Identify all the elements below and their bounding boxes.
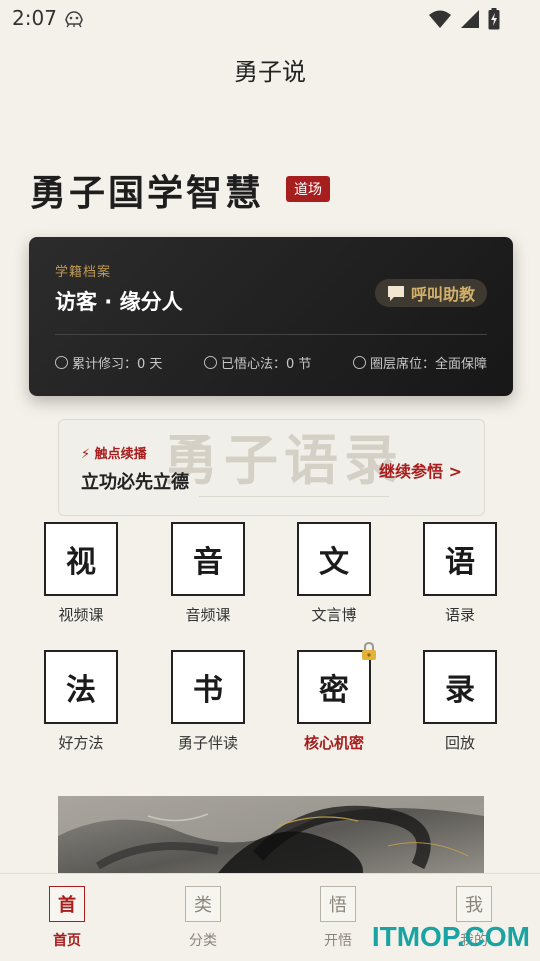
grid-icon: 录 xyxy=(423,650,497,724)
grid-item-secrets[interactable]: 密 核心机密 xyxy=(284,642,384,753)
continue-button[interactable]: 继续参悟 > xyxy=(379,458,462,482)
card-divider xyxy=(55,334,487,335)
grid-label: 勇子伴读 xyxy=(177,734,238,752)
grid-label: 语录 xyxy=(444,606,475,624)
grid-label: 回放 xyxy=(444,734,475,752)
page-title: 勇子说 xyxy=(234,58,306,86)
grid-label: 文言博 xyxy=(311,606,357,624)
grid-label: 视频课 xyxy=(58,606,104,624)
tab-label: 开悟 xyxy=(324,933,352,949)
grid-item-quotes[interactable]: 语 语录 xyxy=(410,522,510,625)
grid-label: 音频课 xyxy=(185,606,231,624)
circle-icon xyxy=(203,356,217,369)
home-icon: 首 xyxy=(49,886,85,922)
grid-label: 好方法 xyxy=(58,734,104,752)
stat-seat: 圈层席位：全面保障 xyxy=(352,353,487,372)
profile-card[interactable]: 学籍档案 访客 · 缘分人 呼叫助教 累计修习：0 天 已悟心法：0 节 圈层席… xyxy=(29,237,513,396)
grid-item-methods[interactable]: 法 好方法 xyxy=(31,650,131,753)
status-icons xyxy=(428,8,500,30)
grid-item-replay[interactable]: 录 回放 xyxy=(410,650,510,753)
grid-icon: 视 xyxy=(44,522,118,596)
grid-icon: 法 xyxy=(44,650,118,724)
call-assistant-button[interactable]: 呼叫助教 xyxy=(374,279,487,307)
continue-watermark: 勇子语录 xyxy=(164,428,404,492)
signal-icon xyxy=(461,10,479,28)
tab-enlighten[interactable]: 悟 开悟 xyxy=(298,886,378,950)
grid-icon: 语 xyxy=(423,522,497,596)
continue-card[interactable]: 勇子语录 ⚡ 触点续播 立功必先立德 继续参悟 > xyxy=(58,419,485,516)
battery-icon xyxy=(488,8,500,30)
lock-icon xyxy=(362,642,376,660)
hero-title: 勇子国学智慧 xyxy=(30,173,265,214)
circle-icon xyxy=(352,356,366,369)
grid-icon: 密 xyxy=(297,642,376,724)
grid-item-audio[interactable]: 音 音频课 xyxy=(158,522,258,625)
profile-stats: 累计修习：0 天 已悟心法：0 节 圈层席位：全面保障 xyxy=(55,353,487,372)
watermark-line xyxy=(199,496,389,497)
profile-icon: 我 xyxy=(456,886,492,922)
status-time: 2:07 xyxy=(12,6,57,30)
site-watermark: ITMOP.COM xyxy=(371,921,530,952)
stat-label: 累计修习：0 天 xyxy=(72,357,163,372)
profile-name: 访客 · 缘分人 xyxy=(55,290,183,314)
grid-char: 密 xyxy=(319,673,349,708)
profile-label: 学籍档案 xyxy=(55,265,112,280)
wifi-icon xyxy=(429,10,451,28)
grid-label: 核心机密 xyxy=(303,734,364,752)
category-icon: 类 xyxy=(185,886,221,922)
grid-item-classical-text[interactable]: 文 文言博 xyxy=(284,522,384,625)
continue-title: 立功必先立德 xyxy=(81,472,189,493)
tab-label: 分类 xyxy=(189,933,217,949)
tab-category[interactable]: 类 分类 xyxy=(163,886,243,950)
continue-tag: ⚡ 触点续播 xyxy=(81,447,147,462)
tab-label: 首页 xyxy=(53,933,81,949)
app-notification-icon xyxy=(65,11,83,28)
call-assistant-label: 呼叫助教 xyxy=(410,285,475,304)
grid-item-video[interactable]: 视 视频课 xyxy=(31,522,131,625)
circle-icon xyxy=(55,356,68,369)
stat-lessons: 已悟心法：0 节 xyxy=(203,353,312,372)
hero-badge: 道场 xyxy=(286,176,330,202)
grid-icon: 书 xyxy=(171,650,245,724)
grid-icon: 音 xyxy=(171,522,245,596)
stat-label: 圈层席位：全面保障 xyxy=(369,357,487,372)
stat-label: 已悟心法：0 节 xyxy=(220,357,312,372)
grid-item-reading[interactable]: 书 勇子伴读 xyxy=(158,650,258,753)
tab-home[interactable]: 首 首页 xyxy=(27,886,107,950)
chat-icon xyxy=(387,286,404,301)
stat-practice-days: 累计修习：0 天 xyxy=(55,353,162,372)
grid-icon: 文 xyxy=(297,522,371,596)
enlighten-icon: 悟 xyxy=(320,886,356,922)
status-bar: 2:07 xyxy=(0,0,540,36)
